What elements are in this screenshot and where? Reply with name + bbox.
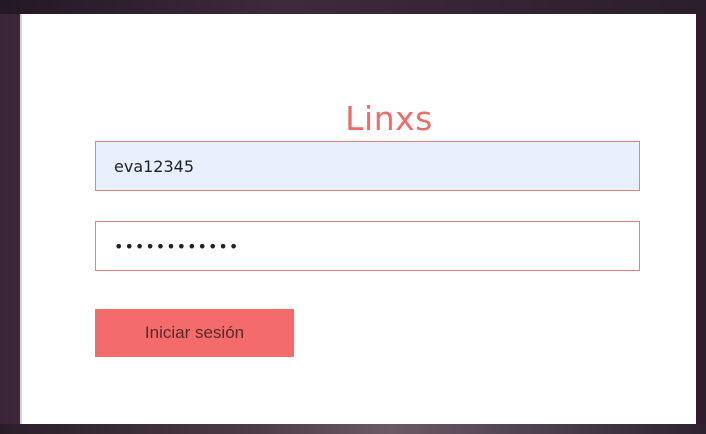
password-input[interactable]	[95, 221, 640, 271]
username-input[interactable]	[95, 141, 640, 191]
brand-title: Linxs	[345, 99, 433, 138]
login-button[interactable]: Iniciar sesión	[95, 309, 294, 357]
background-bottom	[0, 424, 706, 434]
login-card: Linxs Iniciar sesión	[20, 14, 696, 424]
background-top	[0, 0, 706, 14]
